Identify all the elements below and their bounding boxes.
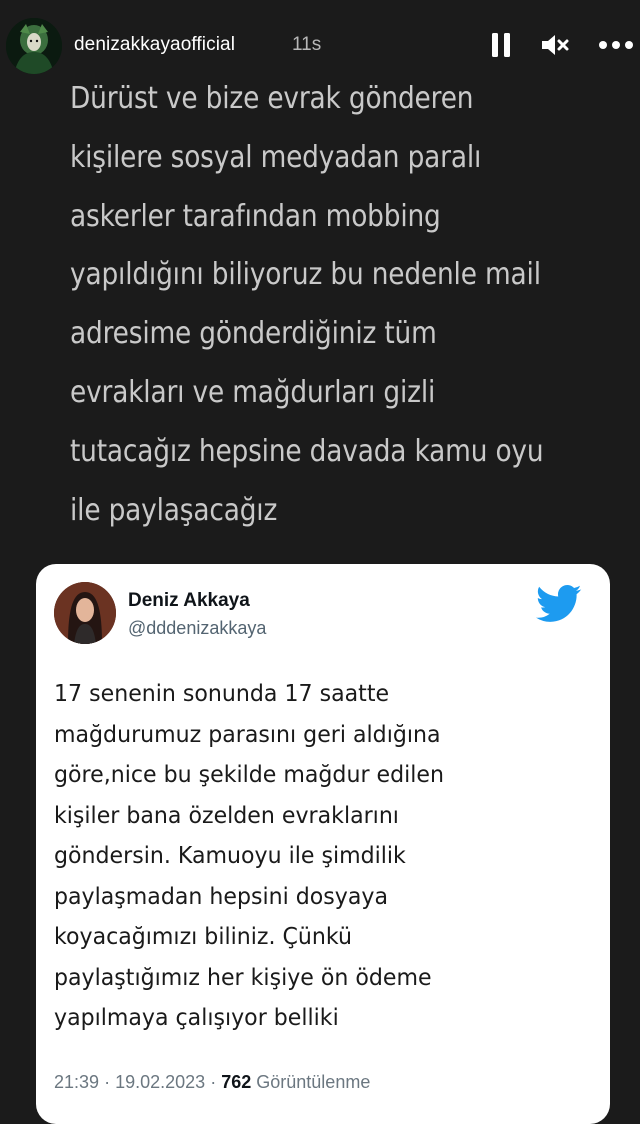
- pause-icon: [492, 33, 510, 57]
- story-username[interactable]: denizakkayaofficial: [74, 34, 235, 56]
- tweet-author-handle: @dddenizakkaya: [128, 618, 267, 638]
- tweet-date: 19.02.2023: [115, 1072, 206, 1092]
- embedded-tweet-card: Deniz Akkaya @dddenizakkaya 17 senenin s…: [36, 564, 610, 1124]
- meta-separator: ·: [104, 1072, 111, 1092]
- avatar-image: [6, 18, 62, 74]
- tweet-text: 17 senenin sonunda 17 saatte mağdurumuz …: [54, 681, 444, 1031]
- tweet-time: 21:39: [54, 1072, 100, 1092]
- profile-avatar[interactable]: [6, 18, 62, 74]
- tweet-author-avatar: [54, 582, 116, 644]
- tweet-views-label: Görüntülenme: [256, 1072, 371, 1092]
- story-timestamp: 11s: [292, 34, 322, 55]
- tweet-metadata: 21:39 · 19.02.2023 · 762 Görüntülenme: [54, 1072, 370, 1093]
- pause-button[interactable]: [486, 30, 516, 60]
- mute-button[interactable]: [538, 30, 572, 60]
- meta-separator: ·: [210, 1072, 217, 1092]
- tweet-views-count: 762: [221, 1072, 252, 1092]
- story-caption: Dürüst ve bize evrak gönderen kişilere s…: [70, 81, 544, 528]
- more-horizontal-icon: [599, 41, 633, 49]
- twitter-bird-icon: [536, 585, 582, 622]
- speaker-muted-icon: [542, 35, 569, 55]
- more-options-button[interactable]: [596, 30, 636, 60]
- author-photo: [54, 582, 116, 644]
- tweet-author-name: Deniz Akkaya: [128, 590, 250, 611]
